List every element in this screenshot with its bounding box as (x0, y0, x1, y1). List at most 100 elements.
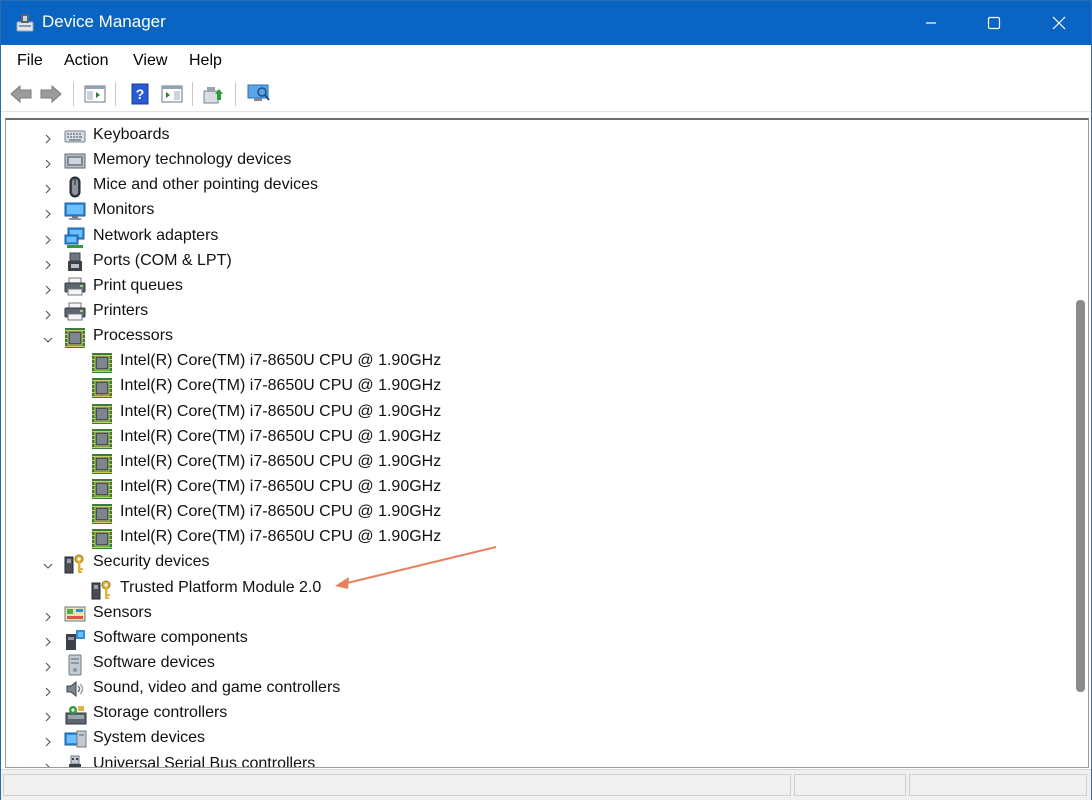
chevron-right-icon (45, 712, 51, 722)
tree-node-label: Print queues (93, 276, 183, 294)
tree-category-row[interactable]: Monitors (6, 198, 1070, 223)
maximize-button[interactable] (962, 1, 1026, 45)
status-bar-pane (794, 774, 906, 796)
tree-node-label: Printers (93, 301, 149, 319)
back-button[interactable] (8, 81, 34, 107)
expand-toggle[interactable] (43, 257, 53, 270)
tree-node-label: Universal Serial Bus controllers (93, 754, 316, 768)
menu-view[interactable]: View (133, 52, 167, 70)
tree-node-label: Sensors (93, 603, 152, 621)
menu-action[interactable]: Action (64, 52, 108, 70)
expand-toggle[interactable] (43, 156, 53, 169)
processor-icon (91, 352, 112, 374)
update-driver-button[interactable] (201, 81, 227, 107)
tree-category-row[interactable]: Software components (6, 626, 1070, 651)
tree-node-label: Intel(R) Core(TM) i7-8650U CPU @ 1.90GHz (120, 377, 442, 395)
system-device-icon (64, 729, 87, 749)
close-icon (1052, 16, 1066, 30)
tree-category-row[interactable]: Security devices (6, 550, 1070, 575)
tree-device-row[interactable]: Intel(R) Core(TM) i7-8650U CPU @ 1.90GHz (6, 374, 1070, 399)
tree-node-label: Sound, video and game controllers (93, 679, 341, 697)
expand-toggle[interactable] (43, 282, 53, 295)
status-bar (1, 769, 1091, 800)
collapse-toggle[interactable] (43, 558, 53, 570)
tree-category-row[interactable]: System devices (6, 726, 1070, 751)
menu-bar: File Action View Help (1, 45, 1091, 77)
tree-device-row[interactable]: Intel(R) Core(TM) i7-8650U CPU @ 1.90GHz (6, 450, 1070, 475)
chevron-right-icon (45, 737, 51, 747)
tree-device-row[interactable]: Intel(R) Core(TM) i7-8650U CPU @ 1.90GHz (6, 400, 1070, 425)
tree-category-row[interactable]: Universal Serial Bus controllers (6, 752, 1070, 768)
expand-toggle[interactable] (43, 709, 53, 722)
processor-icon (91, 403, 112, 424)
title-bar[interactable]: Device Manager (1, 1, 1091, 45)
scan-hardware-button[interactable] (246, 81, 272, 107)
console-tree-icon (84, 85, 106, 103)
tree-node-label: Trusted Platform Module 2.0 (120, 578, 322, 596)
tree-device-row[interactable]: Intel(R) Core(TM) i7-8650U CPU @ 1.90GHz (6, 425, 1070, 450)
port-icon (64, 252, 84, 272)
scan-hardware-icon (247, 84, 270, 101)
expand-toggle[interactable] (43, 131, 53, 144)
tree-category-row[interactable]: Network adapters (6, 224, 1070, 249)
tree-category-row[interactable]: Storage controllers (6, 701, 1070, 726)
tree-category-row[interactable]: Memory technology devices (6, 148, 1070, 173)
tree-category-row[interactable]: Keyboards (6, 123, 1070, 148)
tree-node-label: Processors (93, 327, 174, 345)
chevron-right-icon (45, 235, 51, 244)
tree-category-row[interactable]: Print queues (6, 274, 1070, 299)
chevron-right-icon (45, 285, 51, 295)
update-driver-icon (203, 87, 223, 104)
expand-toggle[interactable] (43, 734, 53, 747)
menu-help[interactable]: Help (189, 52, 222, 70)
help-button[interactable]: ? (127, 81, 153, 107)
show-hide-console-tree-button[interactable] (82, 81, 108, 107)
properties-button[interactable] (159, 81, 185, 107)
expand-toggle[interactable] (43, 634, 53, 647)
security-key-icon (91, 579, 111, 600)
tree-category-row[interactable]: Sensors (6, 601, 1070, 626)
close-button[interactable] (1027, 1, 1091, 45)
expand-toggle[interactable] (43, 232, 53, 244)
software-component-icon (64, 629, 85, 650)
tree-category-row[interactable]: Processors (6, 324, 1070, 349)
tree-category-row[interactable]: Sound, video and game controllers (6, 676, 1070, 701)
expand-toggle[interactable] (43, 181, 53, 194)
tree-device-row[interactable]: Intel(R) Core(TM) i7-8650U CPU @ 1.90GHz (6, 500, 1070, 525)
tree-category-row[interactable]: Ports (COM & LPT) (6, 249, 1070, 274)
expand-toggle[interactable] (43, 659, 53, 672)
minimize-button[interactable] (899, 1, 963, 45)
tree-node-label: Memory technology devices (93, 151, 292, 169)
tree-device-row[interactable]: Trusted Platform Module 2.0 (6, 576, 1070, 601)
tree-category-row[interactable]: Mice and other pointing devices (6, 173, 1070, 198)
printer-icon (64, 302, 86, 322)
tree-device-row[interactable]: Intel(R) Core(TM) i7-8650U CPU @ 1.90GHz (6, 349, 1070, 374)
tree-category-row[interactable]: Printers (6, 299, 1070, 324)
chevron-down-icon (43, 337, 53, 343)
status-bar-pane (3, 774, 791, 796)
expand-toggle[interactable] (43, 760, 53, 767)
vertical-scrollbar[interactable] (1072, 120, 1088, 767)
scrollbar-thumb[interactable] (1076, 300, 1085, 692)
chevron-right-icon (45, 134, 51, 144)
collapse-toggle[interactable] (43, 332, 53, 343)
expand-toggle[interactable] (43, 684, 53, 697)
expand-toggle[interactable] (43, 206, 53, 219)
chevron-right-icon (45, 159, 51, 169)
tree-device-row[interactable]: Intel(R) Core(TM) i7-8650U CPU @ 1.90GHz (6, 525, 1070, 550)
chevron-right-icon (45, 612, 51, 622)
speaker-icon (64, 679, 84, 699)
tree-category-row[interactable]: Software devices (6, 651, 1070, 676)
forward-button[interactable] (38, 81, 64, 107)
menu-file[interactable]: File (17, 52, 43, 70)
tree-node-label: Software components (93, 628, 248, 646)
expand-toggle[interactable] (43, 609, 53, 622)
tree-device-row[interactable]: Intel(R) Core(TM) i7-8650U CPU @ 1.90GHz (6, 475, 1070, 500)
expand-toggle[interactable] (43, 307, 53, 320)
chevron-right-icon (45, 260, 51, 270)
usb-icon (64, 755, 84, 767)
status-bar-pane (909, 774, 1087, 796)
security-key-icon (64, 553, 84, 574)
chevron-right-icon (45, 310, 51, 320)
processor-icon (91, 503, 112, 525)
